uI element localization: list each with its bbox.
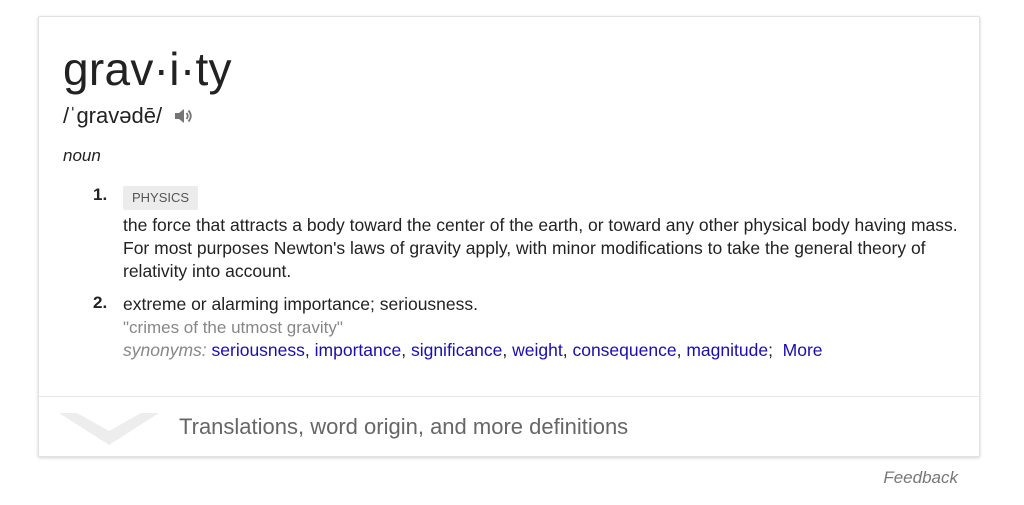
- domain-label: PHYSICS: [123, 186, 199, 210]
- synonym-link[interactable]: seriousness: [212, 340, 305, 360]
- synonym-link[interactable]: weight: [512, 340, 563, 360]
- pronunciation: /ˈɡravədē/: [63, 103, 163, 128]
- chevron-down-icon: [59, 411, 159, 445]
- sense-body: PHYSICS the force that attracts a body t…: [123, 185, 963, 283]
- synonym-link[interactable]: consequence: [572, 340, 676, 360]
- sense-2: 2. extreme or alarming importance; serio…: [93, 293, 953, 365]
- sense-number: 2.: [93, 293, 108, 312]
- example-sentence: "crimes of the utmost gravity": [123, 318, 343, 337]
- synonyms-label: synonyms:: [123, 340, 207, 360]
- synonym-link[interactable]: magnitude: [686, 340, 768, 360]
- synonyms-row: synonyms: seriousness, importance, signi…: [123, 340, 823, 360]
- sense-number: 1.: [93, 185, 108, 204]
- definition-text: extreme or alarming importance; seriousn…: [123, 294, 479, 314]
- synonym-link[interactable]: significance: [411, 340, 502, 360]
- headword: grav·i·ty: [63, 43, 232, 95]
- more-synonyms-link[interactable]: More: [783, 340, 823, 360]
- pronunciation-row: /ˈɡravədē/: [63, 99, 194, 133]
- synonym-link[interactable]: importance: [315, 340, 402, 360]
- part-of-speech: noun: [63, 146, 101, 165]
- speaker-icon[interactable]: [172, 105, 194, 127]
- feedback-link[interactable]: Feedback: [883, 468, 958, 488]
- more-definitions-text: Translations, word origin, and more defi…: [179, 414, 629, 439]
- sense-body: extreme or alarming importance; seriousn…: [123, 293, 963, 362]
- more-definitions-expander[interactable]: Translations, word origin, and more defi…: [39, 397, 979, 456]
- definition-text: the force that attracts a body toward th…: [123, 215, 958, 281]
- dictionary-card: grav·i·ty /ˈɡravədē/ noun 1. PHYSICS the…: [38, 16, 980, 457]
- sense-1: 1. PHYSICS the force that attracts a bod…: [93, 185, 958, 281]
